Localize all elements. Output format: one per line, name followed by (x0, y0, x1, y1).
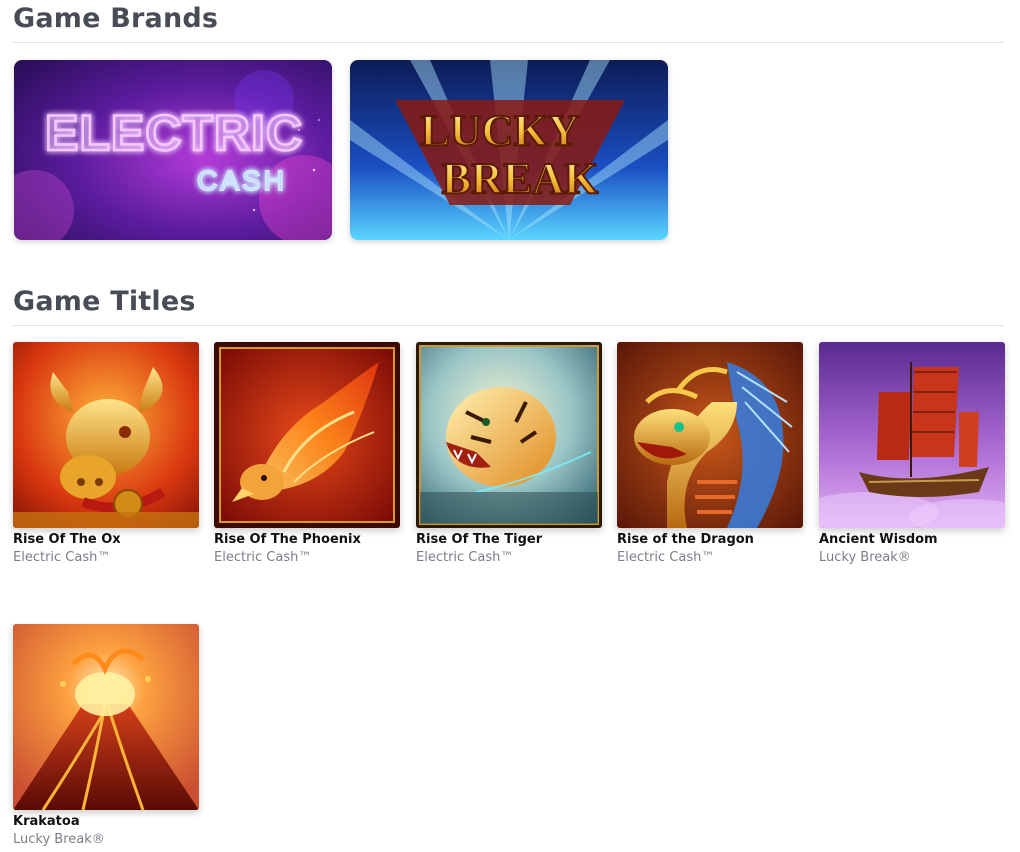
game-card[interactable]: Rise of the Dragon Electric Cash™ (617, 342, 803, 565)
electric-cash-logo: ELECTRIC CASH (14, 60, 332, 240)
golden-ox-icon[interactable] (13, 342, 199, 528)
phoenix-icon[interactable] (214, 342, 400, 528)
game-brand-label: Electric Cash™ (416, 550, 514, 565)
game-title[interactable]: Rise Of The Tiger (416, 532, 602, 547)
game-title[interactable]: Krakatoa (13, 814, 199, 829)
game-card[interactable]: Ancient Wisdom Lucky Break® (819, 342, 1005, 565)
electric-logo-line1: ELECTRIC (45, 105, 303, 161)
game-card[interactable]: Krakatoa Lucky Break® (13, 624, 199, 847)
lucky-logo-line1: LUCKY (421, 106, 580, 155)
tiger-icon[interactable] (416, 342, 602, 528)
game-title[interactable]: Ancient Wisdom (819, 532, 1005, 547)
volcano-icon[interactable] (13, 624, 199, 810)
game-brand-label: Lucky Break® (13, 832, 105, 847)
game-card[interactable]: Rise Of The Phoenix Electric Cash™ (214, 342, 400, 565)
game-brand-label: Electric Cash™ (214, 550, 312, 565)
game-brand-label: Electric Cash™ (617, 550, 715, 565)
game-card[interactable]: Rise Of The Tiger Electric Cash™ (416, 342, 602, 565)
electric-logo-line2: CASH (197, 165, 287, 196)
lucky-logo-line2: BREAK (442, 154, 598, 203)
game-brand-label: Lucky Break® (819, 550, 911, 565)
game-title[interactable]: Rise Of The Ox (13, 532, 199, 547)
game-title[interactable]: Rise of the Dragon (617, 532, 803, 547)
game-brands-heading: Game Brands (13, 3, 1004, 43)
game-brand-label: Electric Cash™ (13, 550, 111, 565)
dragon-icon[interactable] (617, 342, 803, 528)
game-title[interactable]: Rise Of The Phoenix (214, 532, 400, 547)
game-card[interactable]: Rise Of The Ox Electric Cash™ (13, 342, 199, 565)
junk-ship-icon[interactable] (819, 342, 1005, 528)
brand-card-lucky-break[interactable]: LUCKY BREAK (350, 60, 668, 240)
brand-card-electric-cash[interactable]: ELECTRIC CASH (14, 60, 332, 240)
game-titles-heading: Game Titles (13, 286, 1004, 326)
lucky-break-logo: LUCKY BREAK (350, 60, 668, 240)
